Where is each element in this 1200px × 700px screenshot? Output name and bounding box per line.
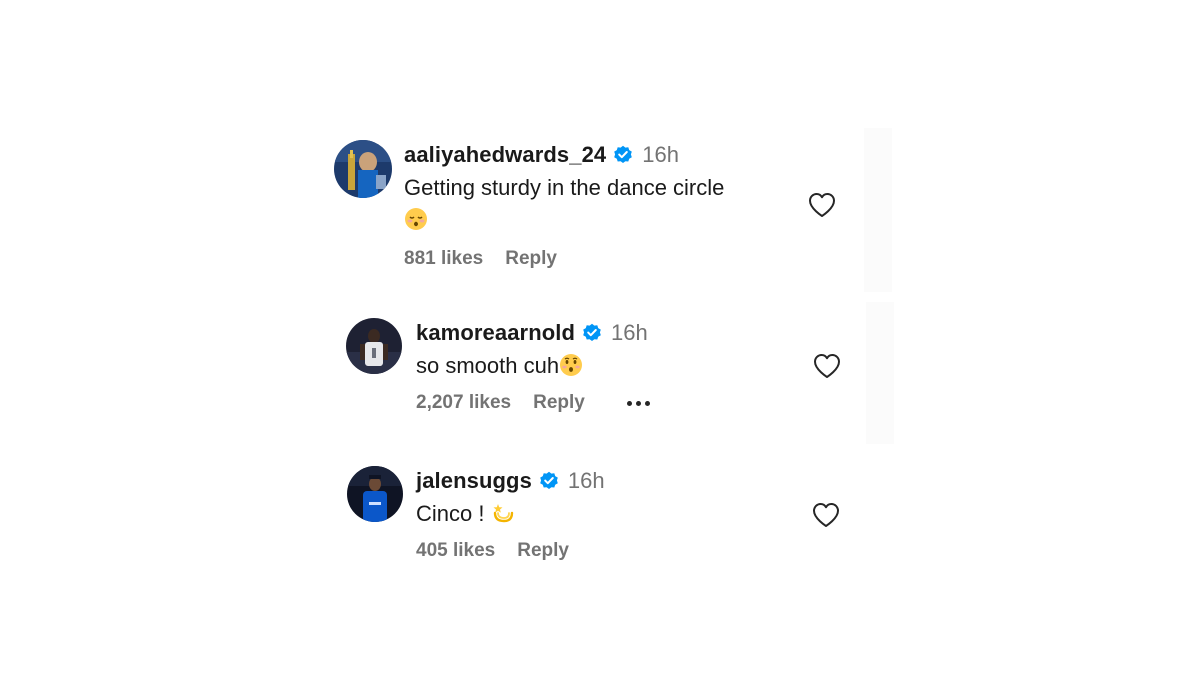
username[interactable]: aaliyahedwards_24 <box>404 142 606 168</box>
timestamp: 16h <box>611 320 648 345</box>
comment-text-content: Cinco ! <box>416 501 491 526</box>
comment-text-content: so smooth cuh <box>416 353 560 378</box>
likes-count[interactable]: 405 likes <box>416 540 495 562</box>
dizzy-symbol-emoji-icon <box>491 501 515 525</box>
verified-badge-icon <box>539 471 559 491</box>
more-options-icon[interactable] <box>626 400 650 406</box>
like-heart-icon[interactable] <box>812 502 840 528</box>
reply-button[interactable]: Reply <box>505 248 557 270</box>
like-heart-icon[interactable] <box>808 192 836 218</box>
username[interactable]: jalensuggs <box>416 468 532 494</box>
avatar[interactable] <box>347 466 403 522</box>
reply-button[interactable]: Reply <box>533 392 585 414</box>
like-heart-icon[interactable] <box>813 353 841 379</box>
reply-button[interactable]: Reply <box>517 540 569 562</box>
kissing-face-emoji-icon <box>559 353 583 377</box>
comment-text-content: Getting sturdy in the dance circle <box>404 175 725 200</box>
likes-count[interactable]: 881 likes <box>404 248 483 270</box>
comment-text: Cinco ! <box>416 498 796 530</box>
likes-count[interactable]: 2,207 likes <box>416 392 511 414</box>
avatar[interactable] <box>346 318 402 374</box>
comment-text: Getting sturdy in the dance circle <box>404 172 784 236</box>
verified-badge-icon <box>613 145 633 165</box>
verified-badge-icon <box>582 323 602 343</box>
timestamp: 16h <box>567 468 605 493</box>
avatar[interactable] <box>334 140 392 198</box>
timestamp: 16h <box>642 142 679 167</box>
side-strip <box>864 128 892 292</box>
comments-panel: aaliyahedwards_24 16h Getting sturdy in … <box>0 0 1200 700</box>
side-strip <box>866 302 894 444</box>
relieved-face-emoji-icon <box>404 207 428 231</box>
username[interactable]: kamoreaarnold <box>416 320 575 346</box>
comment-text: so smooth cuh <box>416 350 796 382</box>
